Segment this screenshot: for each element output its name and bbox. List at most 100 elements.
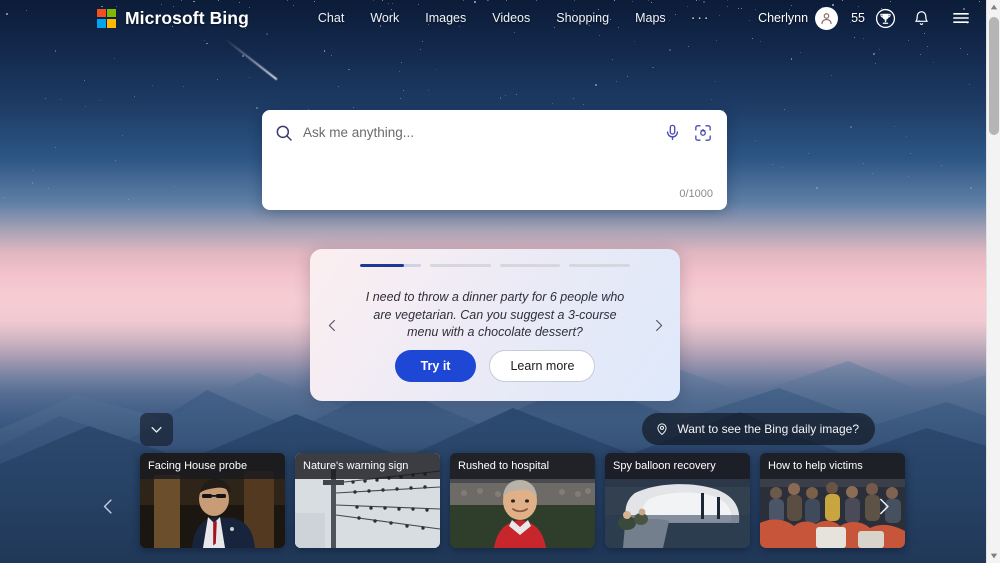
star [781, 166, 783, 168]
suggestion-prompt-text: I need to throw a dinner party for 6 peo… [365, 290, 625, 339]
star [204, 40, 206, 42]
logo-square-blue [97, 18, 106, 28]
star [323, 50, 326, 53]
star [337, 86, 339, 88]
star [799, 52, 801, 54]
star [353, 107, 355, 109]
search-box[interactable]: 0/1000 [262, 110, 727, 210]
progress-bar-4[interactable] [569, 264, 630, 267]
star [54, 146, 56, 148]
star [152, 84, 154, 86]
star [128, 198, 130, 200]
star [910, 152, 912, 154]
nav-overflow-menu-icon[interactable]: ··· [679, 10, 723, 25]
star [668, 49, 671, 52]
learn-more-button[interactable]: Learn more [489, 350, 596, 382]
star [174, 185, 176, 187]
logo-square-yellow [107, 18, 116, 28]
nav-item-videos[interactable]: Videos [479, 7, 543, 29]
star [849, 126, 852, 129]
star [755, 140, 757, 142]
progress-bar-3[interactable] [499, 264, 561, 267]
suggestion-prev-icon[interactable] [319, 312, 345, 338]
collapse-feed-button[interactable] [140, 413, 173, 446]
star [115, 159, 117, 161]
nav-item-work[interactable]: Work [357, 7, 412, 29]
star [420, 49, 422, 51]
star [853, 37, 855, 39]
star [48, 188, 50, 190]
news-card[interactable]: Spy balloon recovery [605, 453, 750, 548]
logo-square-green [107, 8, 116, 18]
news-card[interactable]: Facing House probe [140, 453, 285, 548]
suggestion-actions: Try it Learn more [310, 350, 680, 382]
star [807, 153, 809, 155]
nav-item-images[interactable]: Images [412, 7, 479, 29]
star [31, 181, 34, 184]
carousel-prev-button[interactable] [93, 489, 123, 523]
try-it-button[interactable]: Try it [394, 350, 477, 382]
bing-daily-image-button[interactable]: Want to see the Bing daily image? [642, 413, 875, 445]
news-card[interactable]: Nature's warning sign [295, 453, 440, 548]
scroll-down-arrow-icon[interactable] [987, 549, 1000, 563]
star [421, 41, 423, 43]
scroll-up-arrow-icon[interactable] [987, 0, 1000, 14]
user-name-label[interactable]: Cherlynn [758, 11, 808, 25]
star [206, 42, 208, 45]
star [759, 40, 762, 43]
star [594, 83, 597, 86]
bell-icon[interactable] [908, 5, 934, 31]
character-counter: 0/1000 [679, 188, 713, 200]
star [634, 41, 636, 43]
chevron-down-icon [151, 426, 162, 433]
site-header: Microsoft Bing Chat Work Images Videos S… [0, 0, 986, 36]
star [32, 169, 34, 171]
nav-item-maps[interactable]: Maps [622, 7, 679, 29]
star [551, 103, 553, 105]
trophy-icon[interactable] [872, 5, 898, 31]
primary-nav: Chat Work Images Videos Shopping Maps ··… [305, 7, 722, 29]
microsoft-logo-icon [97, 8, 116, 28]
bing-brand-link[interactable]: Microsoft Bing [97, 8, 249, 29]
star [872, 172, 874, 174]
star [831, 75, 833, 77]
suggestion-next-icon[interactable] [645, 312, 671, 338]
star [217, 79, 219, 81]
chevron-right-icon [879, 498, 889, 514]
star [908, 175, 910, 177]
hamburger-menu-icon[interactable] [948, 5, 974, 31]
star [862, 162, 864, 164]
star [45, 97, 47, 99]
person-avatar-icon[interactable] [815, 6, 839, 30]
scrollbar-thumb[interactable] [989, 17, 999, 135]
star [611, 59, 613, 61]
microphone-icon[interactable] [661, 122, 683, 144]
star [751, 38, 753, 39]
star [711, 99, 713, 101]
news-card[interactable]: Rushed to hospital [450, 453, 595, 548]
star [862, 37, 864, 39]
search-icon [276, 125, 292, 141]
visual-search-icon[interactable] [692, 122, 714, 144]
progress-bar-2[interactable] [429, 264, 491, 267]
star [873, 52, 875, 55]
star [402, 90, 404, 92]
star [435, 68, 437, 70]
star [572, 98, 574, 100]
page-scrollbar[interactable] [986, 0, 1000, 563]
rewards-points-label[interactable]: 55 [851, 11, 865, 25]
nav-item-chat[interactable]: Chat [305, 7, 357, 29]
progress-bar-1[interactable] [360, 264, 421, 267]
star [960, 47, 962, 49]
star [967, 53, 969, 55]
search-input[interactable] [303, 125, 655, 140]
star [626, 75, 628, 77]
star [715, 40, 717, 42]
carousel-next-button[interactable] [868, 489, 898, 523]
star [875, 63, 877, 65]
star [256, 107, 259, 109]
star [249, 76, 251, 78]
star [3, 197, 5, 199]
star [772, 164, 774, 166]
nav-item-shopping[interactable]: Shopping [543, 7, 622, 29]
